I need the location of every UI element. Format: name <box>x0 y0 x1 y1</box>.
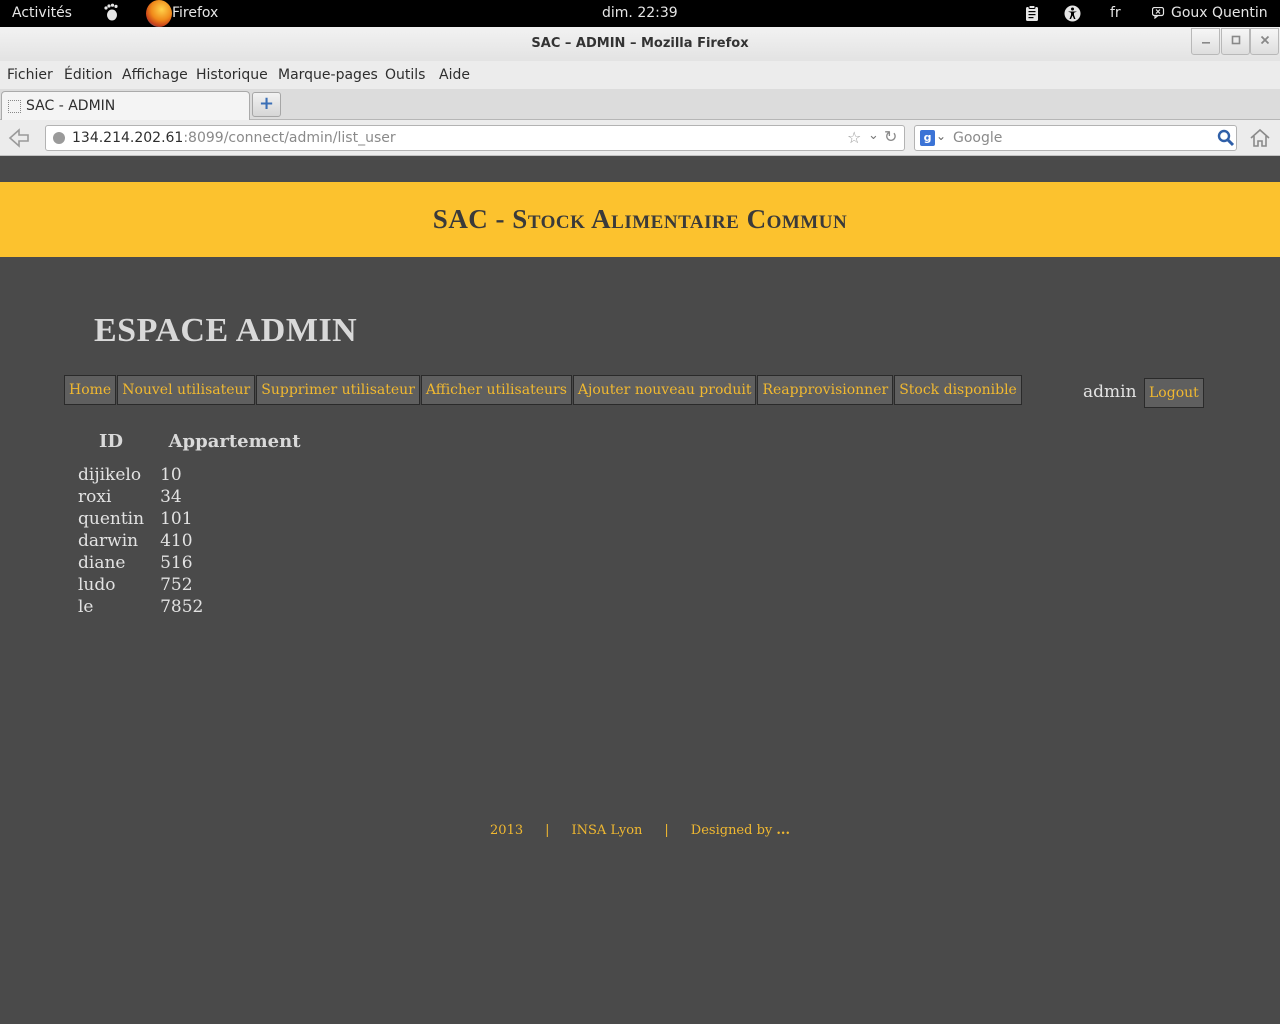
table-row: ludo 752 <box>70 574 317 596</box>
nav-afficher-utilisateurs[interactable]: Afficher utilisateurs <box>420 375 572 405</box>
search-icon[interactable] <box>1217 129 1235 147</box>
tab-label: SAC - ADMIN <box>26 98 116 114</box>
new-tab-button[interactable]: + <box>252 92 281 117</box>
page-content: SAC - Stock Alimentaire Commun ESPACE AD… <box>0 157 1280 1024</box>
minimize-icon <box>1201 42 1210 44</box>
menu-historique[interactable]: Historique <box>196 67 268 83</box>
nav-reapprovisionner[interactable]: Reapprovisionner <box>757 375 894 405</box>
window-title: SAC – ADMIN – Mozilla Firefox <box>531 36 749 51</box>
footer-separator: | <box>545 823 550 838</box>
tab-bar: SAC - ADMIN + <box>0 89 1280 120</box>
accessibility-icon[interactable] <box>1064 5 1081 22</box>
url-bar[interactable]: 134.214.202.61:8099/connect/admin/list_u… <box>45 125 905 151</box>
table-header-row: ID Appartement <box>70 427 317 464</box>
firefox-logo-icon <box>146 0 172 27</box>
table-row: quentin 101 <box>70 508 317 530</box>
footer-separator: | <box>664 823 669 838</box>
history-dropdown-icon[interactable]: ⌄ <box>868 128 879 143</box>
appartement-cell: 410 <box>160 531 193 551</box>
page-favicon-icon <box>8 100 21 113</box>
appartement-cell: 10 <box>160 465 182 485</box>
table-row: darwin 410 <box>70 530 317 552</box>
nav-stock-disponible[interactable]: Stock disponible <box>894 375 1022 405</box>
table-row: roxi 34 <box>70 486 317 508</box>
search-input[interactable]: Google <box>953 130 1002 146</box>
menu-edition[interactable]: Édition <box>64 67 112 83</box>
url-host: 134.214.202.61 <box>72 130 184 146</box>
plus-icon: + <box>258 93 275 114</box>
google-engine-icon[interactable]: g <box>920 130 935 146</box>
menu-outils[interactable]: Outils <box>385 67 425 83</box>
footer-designed-by: Designed by <box>690 823 773 838</box>
minimize-button[interactable] <box>1191 28 1220 55</box>
chat-status-icon <box>1152 7 1165 19</box>
url-path: :8099/connect/admin/list_user <box>183 130 396 146</box>
back-button[interactable] <box>7 127 33 149</box>
user-menu[interactable]: Goux Quentin <box>1171 5 1268 21</box>
menu-bar: Fichier Édition Affichage Historique Mar… <box>0 61 1280 89</box>
user-id-cell: roxi <box>78 487 112 507</box>
appartement-cell: 516 <box>160 553 193 573</box>
clipboard-icon[interactable] <box>1025 5 1039 22</box>
footer-year: 2013 <box>490 823 524 838</box>
page-footer: 2013 | INSA Lyon | Designed by ... <box>0 823 1280 838</box>
appartement-cell: 7852 <box>160 597 204 617</box>
logged-in-username: admin <box>1083 382 1137 402</box>
nav-supprimer-utilisateur[interactable]: Supprimer utilisateur <box>256 375 420 405</box>
keyboard-layout-indicator[interactable]: fr <box>1110 5 1121 21</box>
site-banner: SAC - Stock Alimentaire Commun <box>0 182 1280 257</box>
home-icon[interactable] <box>1249 127 1271 149</box>
window-titlebar[interactable]: SAC – ADMIN – Mozilla Firefox <box>0 27 1280 61</box>
table-row: dijikelo 10 <box>70 464 317 486</box>
url-text[interactable]: 134.214.202.61:8099/connect/admin/list_u… <box>72 130 396 146</box>
appartement-cell: 752 <box>160 575 193 595</box>
navigation-toolbar: 134.214.202.61:8099/connect/admin/list_u… <box>0 120 1280 156</box>
site-title: SAC - Stock Alimentaire Commun <box>432 204 848 234</box>
close-icon <box>1260 35 1269 45</box>
column-header-id: ID <box>99 431 124 452</box>
maximize-button[interactable] <box>1221 28 1250 55</box>
site-identity-icon[interactable] <box>53 132 65 144</box>
table-row: diane 516 <box>70 552 317 574</box>
page-heading: ESPACE ADMIN <box>94 312 358 349</box>
user-id-cell: ludo <box>78 575 116 595</box>
column-header-appartement: Appartement <box>168 431 301 452</box>
user-id-cell: dijikelo <box>78 465 142 485</box>
footer-org: INSA Lyon <box>571 823 643 838</box>
gnome-foot-icon[interactable] <box>103 3 119 21</box>
app-menu-firefox[interactable]: Firefox <box>172 5 218 21</box>
maximize-icon <box>1231 35 1240 45</box>
back-arrow-icon <box>8 128 29 148</box>
nav-ajouter-nouveau-produit[interactable]: Ajouter nouveau produit <box>572 375 757 405</box>
clock[interactable]: dim. 22:39 <box>602 5 678 21</box>
menu-marque-pages[interactable]: Marque-pages <box>278 67 378 83</box>
admin-nav: Home Nouvel utilisateur Supprimer utilis… <box>64 375 1023 405</box>
user-id-cell: quentin <box>78 509 145 529</box>
appartement-cell: 34 <box>160 487 182 507</box>
footer-designer-link[interactable]: ... <box>776 823 790 838</box>
appartement-cell: 101 <box>160 509 193 529</box>
logout-button[interactable]: Logout <box>1144 378 1204 408</box>
user-id-cell: le <box>78 597 94 617</box>
nav-home[interactable]: Home <box>64 375 117 405</box>
reload-icon[interactable]: ↻ <box>884 127 897 146</box>
system-top-bar: Activités Firefox dim. 22:39 fr Goux Que… <box>0 0 1280 27</box>
table-row: le 7852 <box>70 596 317 618</box>
menu-fichier[interactable]: Fichier <box>7 67 53 83</box>
bookmark-star-icon[interactable]: ☆ <box>847 128 861 147</box>
user-id-cell: diane <box>78 553 126 573</box>
nav-nouvel-utilisateur[interactable]: Nouvel utilisateur <box>117 375 256 405</box>
tab-sac-admin[interactable]: SAC - ADMIN <box>1 91 250 120</box>
activities-button[interactable]: Activités <box>12 5 72 21</box>
menu-affichage[interactable]: Affichage <box>122 67 188 83</box>
close-button[interactable] <box>1250 28 1279 55</box>
menu-aide[interactable]: Aide <box>439 67 470 83</box>
search-bar[interactable]: g ⌄ Google <box>914 125 1237 151</box>
user-id-cell: darwin <box>78 531 139 551</box>
users-table: ID Appartement dijikelo 10 roxi 34 quent… <box>70 427 317 618</box>
engine-dropdown-icon[interactable]: ⌄ <box>936 129 946 143</box>
